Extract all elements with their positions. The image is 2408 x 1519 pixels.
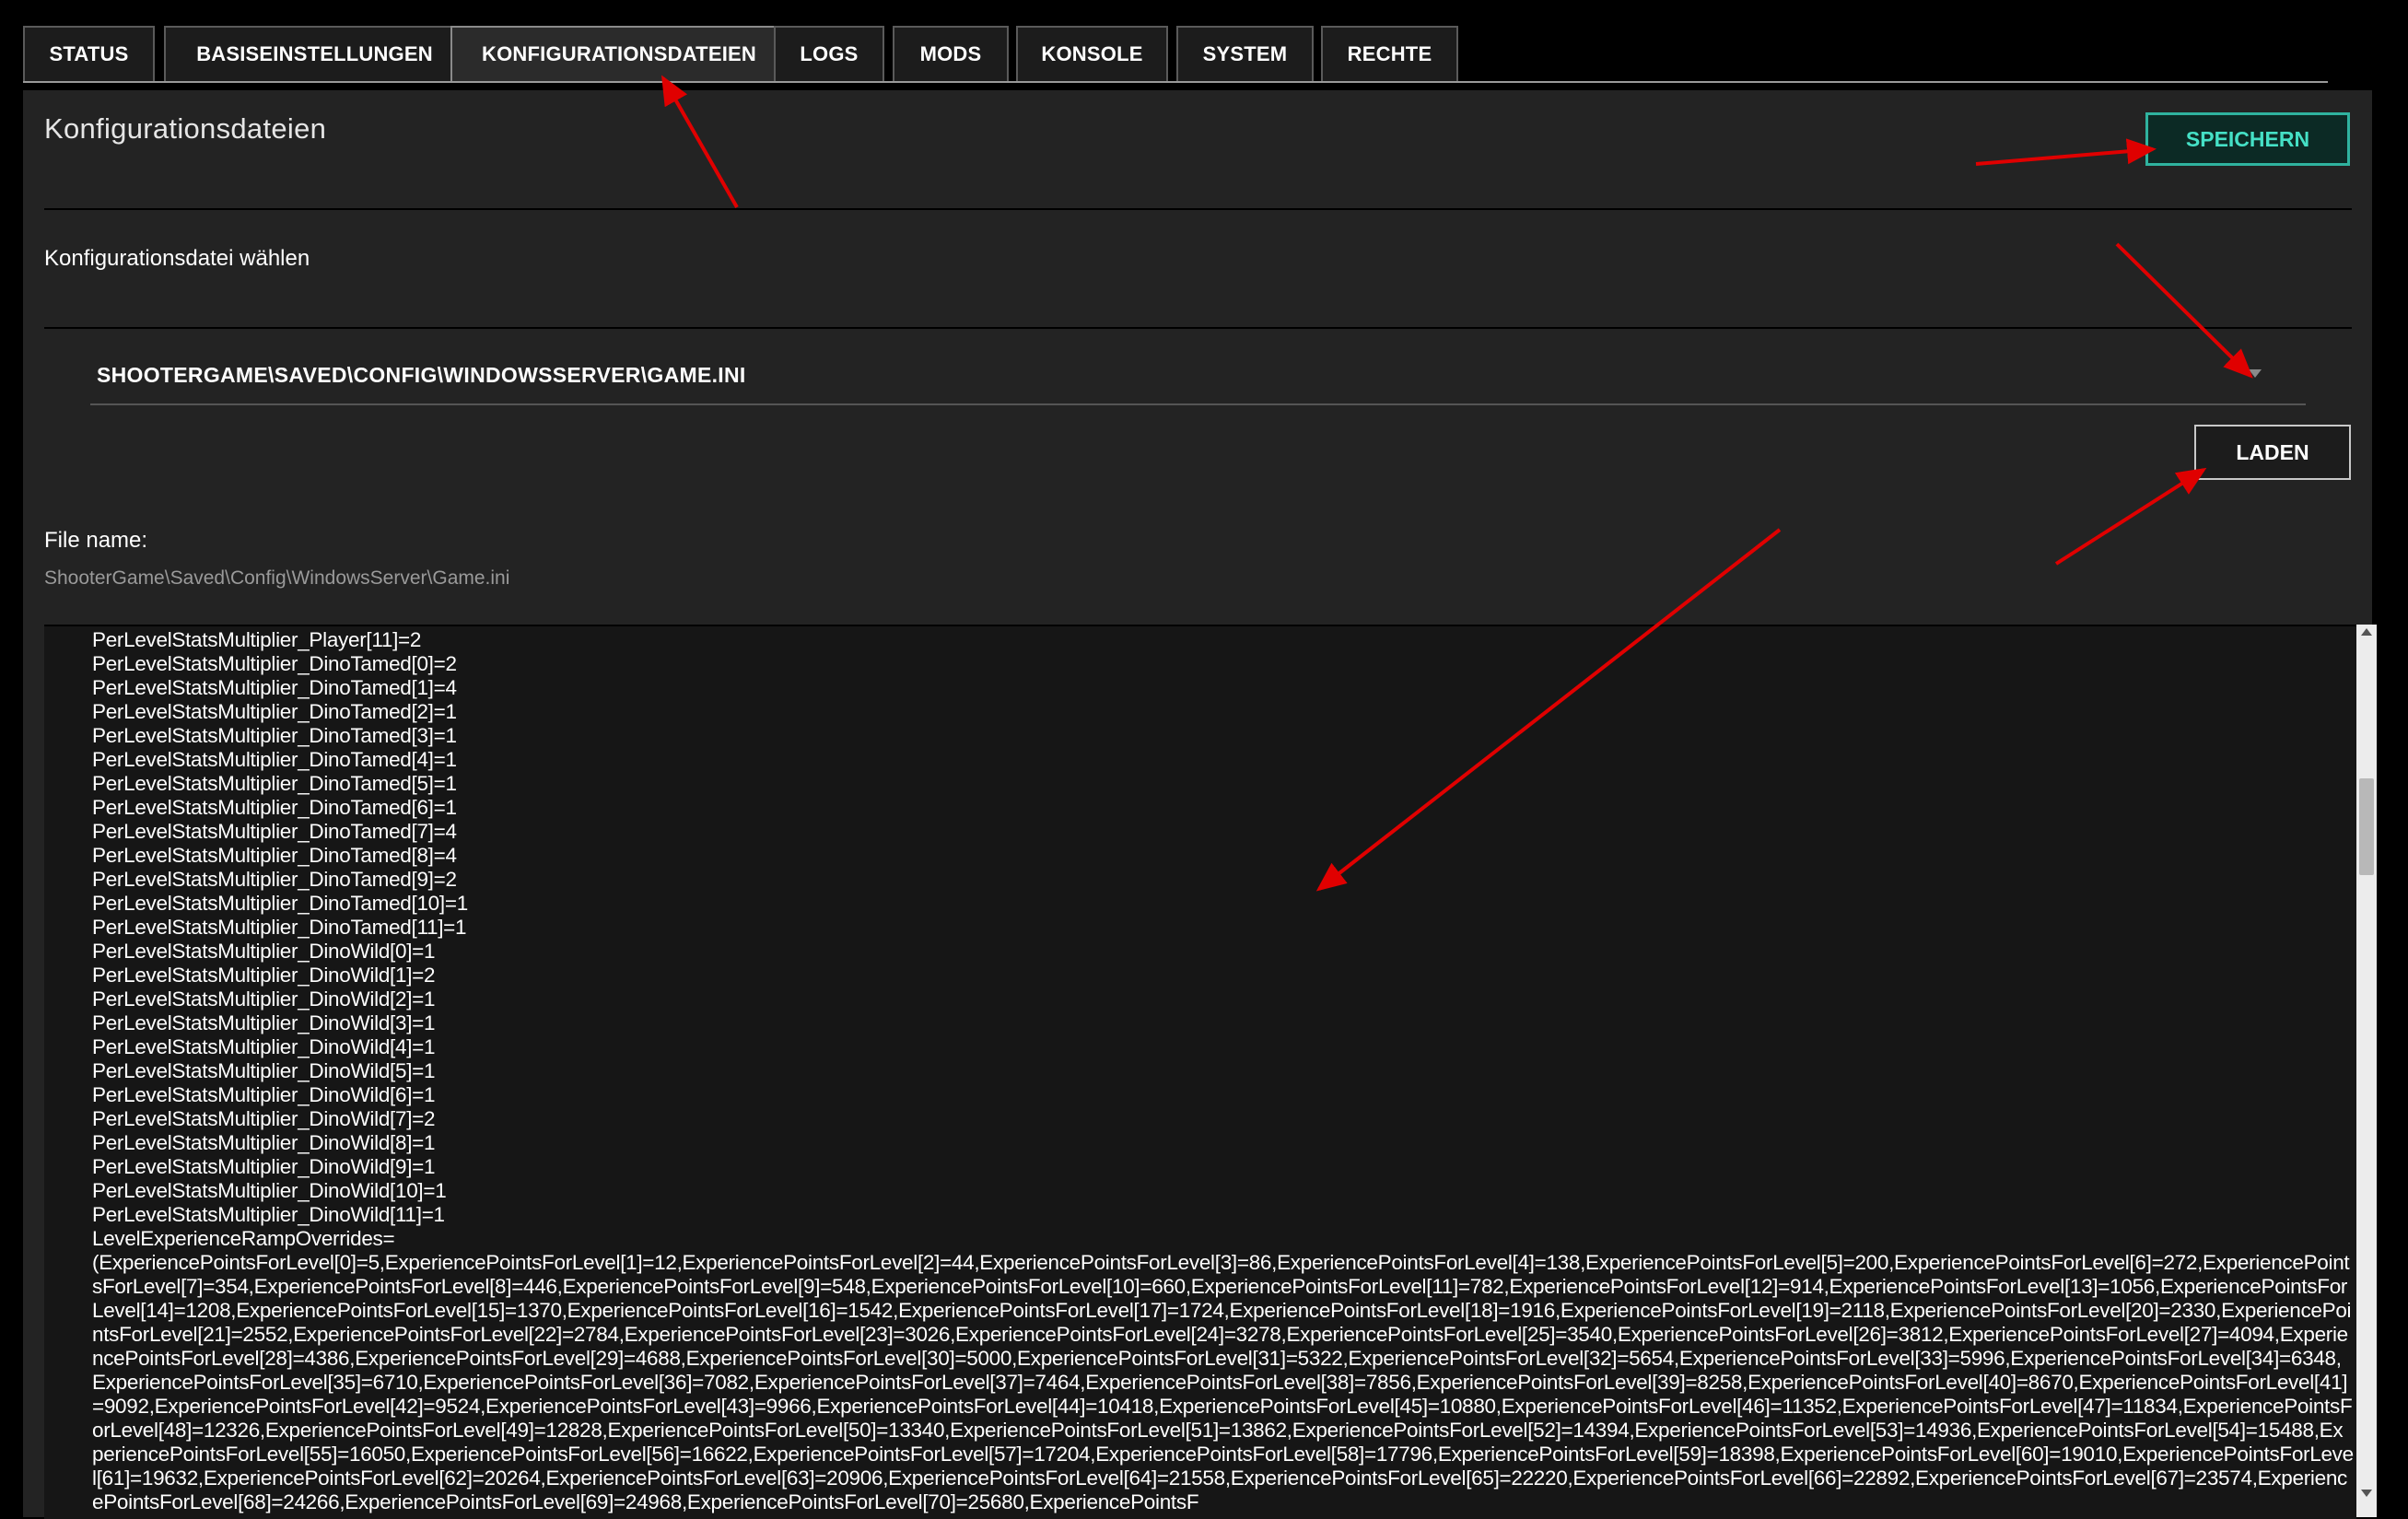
config-editor-content: PerLevelStatsMultiplier_Player[11]=2 Per… bbox=[92, 628, 2354, 1513]
select-config-label: Konfigurationsdatei wählen bbox=[44, 246, 310, 271]
select-divider bbox=[44, 327, 2352, 329]
scroll-up-icon[interactable] bbox=[2361, 628, 2372, 636]
file-name-value: ShooterGame\Saved\Config\WindowsServer\G… bbox=[44, 567, 510, 589]
tab-konsole[interactable]: KONSOLE bbox=[1016, 26, 1168, 81]
dropdown-arrow-icon[interactable] bbox=[2249, 369, 2262, 378]
scroll-down-icon[interactable] bbox=[2361, 1490, 2372, 1497]
editor-scrollbar[interactable] bbox=[2356, 625, 2377, 1517]
file-name-label: File name: bbox=[44, 528, 148, 553]
save-button[interactable]: SPEICHERN bbox=[2145, 112, 2350, 166]
load-button[interactable]: LADEN bbox=[2194, 425, 2351, 480]
title-divider bbox=[44, 208, 2352, 210]
tab-konfigurationsdateien[interactable]: KONFIGURATIONSDATEIEN bbox=[450, 26, 788, 81]
tab-logs[interactable]: LOGS bbox=[774, 26, 884, 81]
config-file-select-value: SHOOTERGAME\SAVED\CONFIG\WINDOWSSERVER\G… bbox=[97, 363, 746, 387]
scrollbar-thumb[interactable] bbox=[2359, 778, 2374, 875]
tab-status[interactable]: STATUS bbox=[23, 26, 155, 81]
tab-rechte[interactable]: RECHTE bbox=[1321, 26, 1458, 81]
select-underline bbox=[90, 403, 2306, 405]
tab-system[interactable]: SYSTEM bbox=[1176, 26, 1314, 81]
config-editor-textarea[interactable]: PerLevelStatsMultiplier_Player[11]=2 Per… bbox=[44, 625, 2356, 1519]
tab-bar-underline bbox=[23, 81, 2328, 83]
page-title: Konfigurationsdateien bbox=[44, 112, 327, 145]
tab-basiseinstellungen[interactable]: BASISEINSTELLUNGEN bbox=[164, 26, 465, 81]
tab-mods[interactable]: MODS bbox=[893, 26, 1009, 81]
